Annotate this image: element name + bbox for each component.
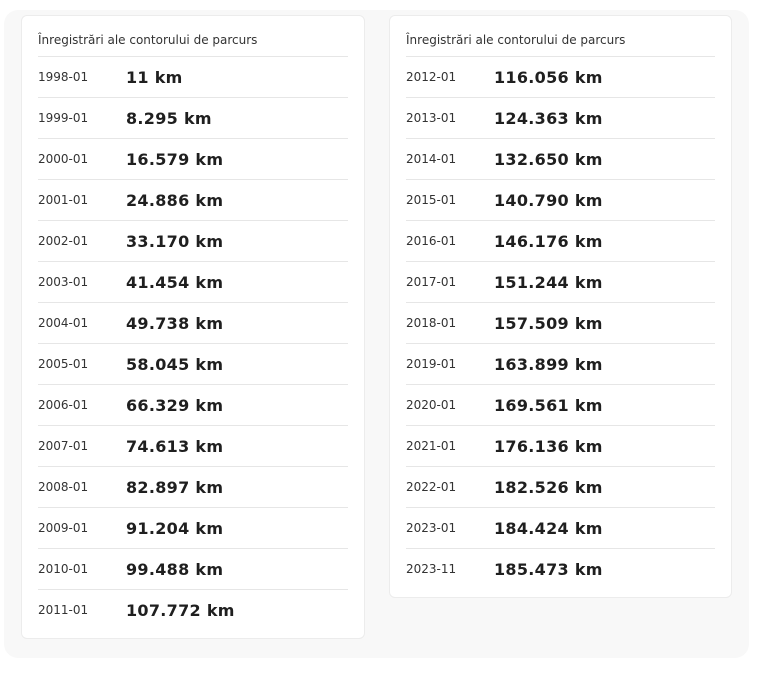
record-date: 2013-01 <box>406 111 457 125</box>
record-odometer-value: 176.136 km <box>494 436 603 456</box>
record-row: 2021-01 176.136 km <box>406 426 715 467</box>
record-date: 2016-01 <box>406 234 457 248</box>
record-row: 2009-01 91.204 km <box>38 508 348 549</box>
record-odometer-value: 99.488 km <box>126 559 224 579</box>
record-odometer-value: 185.473 km <box>494 559 603 579</box>
record-row: 2000-01 16.579 km <box>38 139 348 180</box>
record-row: 2016-01 146.176 km <box>406 221 715 262</box>
record-odometer-value: 132.650 km <box>494 149 603 169</box>
record-date: 2007-01 <box>38 439 89 453</box>
records-list: 1998-01 11 km 1999-01 8.295 km 2000-01 16.579… <box>38 57 348 630</box>
record-row: 2014-01 132.650 km <box>406 139 715 180</box>
record-row: 2022-01 182.526 km <box>406 467 715 508</box>
record-odometer-value: 169.561 km <box>494 395 603 415</box>
panel-title: Înregistrări ale contorului de parcurs <box>38 32 348 57</box>
record-date: 2020-01 <box>406 398 457 412</box>
record-date: 2022-01 <box>406 480 457 494</box>
record-row: 2012-01 116.056 km <box>406 57 715 98</box>
record-odometer-value: 49.738 km <box>126 313 224 333</box>
record-odometer-value: 8.295 km <box>126 108 212 128</box>
record-row: 2008-01 82.897 km <box>38 467 348 508</box>
record-odometer-value: 146.176 km <box>494 231 603 251</box>
record-date: 2018-01 <box>406 316 457 330</box>
record-date: 2017-01 <box>406 275 457 289</box>
odometer-panel-left: Înregistrări ale contorului de parcurs 1… <box>21 15 365 639</box>
record-odometer-value: 16.579 km <box>126 149 224 169</box>
panel-title: Înregistrări ale contorului de parcurs <box>406 32 715 57</box>
record-odometer-value: 151.244 km <box>494 272 603 292</box>
record-date: 1999-01 <box>38 111 89 125</box>
record-odometer-value: 24.886 km <box>126 190 224 210</box>
record-row: 1998-01 11 km <box>38 57 348 98</box>
record-row: 2011-01 107.772 km <box>38 590 348 630</box>
record-row: 2005-01 58.045 km <box>38 344 348 385</box>
record-date: 2023-01 <box>406 521 457 535</box>
record-date: 2023-11 <box>406 562 457 576</box>
records-list: 2012-01 116.056 km 2013-01 124.363 km 2014-0… <box>406 57 715 589</box>
record-row: 1999-01 8.295 km <box>38 98 348 139</box>
record-date: 2008-01 <box>38 480 89 494</box>
record-odometer-value: 184.424 km <box>494 518 603 538</box>
record-odometer-value: 66.329 km <box>126 395 224 415</box>
record-date: 2009-01 <box>38 521 89 535</box>
record-date: 2004-01 <box>38 316 89 330</box>
record-odometer-value: 33.170 km <box>126 231 224 251</box>
record-odometer-value: 124.363 km <box>494 108 603 128</box>
record-date: 2014-01 <box>406 152 457 166</box>
record-row: 2007-01 74.613 km <box>38 426 348 467</box>
record-row: 2020-01 169.561 km <box>406 385 715 426</box>
record-odometer-value: 116.056 km <box>494 67 603 87</box>
record-row: 2017-01 151.244 km <box>406 262 715 303</box>
record-date: 2015-01 <box>406 193 457 207</box>
record-row: 2015-01 140.790 km <box>406 180 715 221</box>
record-odometer-value: 140.790 km <box>494 190 603 210</box>
record-row: 2023-11 185.473 km <box>406 549 715 589</box>
record-row: 2019-01 163.899 km <box>406 344 715 385</box>
record-date: 2010-01 <box>38 562 89 576</box>
record-odometer-value: 41.454 km <box>126 272 224 292</box>
record-row: 2018-01 157.509 km <box>406 303 715 344</box>
record-row: 2023-01 184.424 km <box>406 508 715 549</box>
record-row: 2002-01 33.170 km <box>38 221 348 262</box>
odometer-panel-right: Înregistrări ale contorului de parcurs 2… <box>389 15 732 598</box>
record-row: 2001-01 24.886 km <box>38 180 348 221</box>
record-odometer-value: 107.772 km <box>126 600 235 620</box>
record-odometer-value: 157.509 km <box>494 313 603 333</box>
record-date: 2002-01 <box>38 234 89 248</box>
record-date: 2001-01 <box>38 193 89 207</box>
record-date: 2000-01 <box>38 152 89 166</box>
record-date: 2006-01 <box>38 398 89 412</box>
record-row: 2013-01 124.363 km <box>406 98 715 139</box>
record-odometer-value: 182.526 km <box>494 477 603 497</box>
record-odometer-value: 163.899 km <box>494 354 603 374</box>
record-date: 2021-01 <box>406 439 457 453</box>
record-date: 1998-01 <box>38 70 89 84</box>
record-odometer-value: 91.204 km <box>126 518 224 538</box>
record-row: 2003-01 41.454 km <box>38 262 348 303</box>
record-row: 2004-01 49.738 km <box>38 303 348 344</box>
record-odometer-value: 58.045 km <box>126 354 224 374</box>
record-odometer-value: 82.897 km <box>126 477 224 497</box>
record-odometer-value: 74.613 km <box>126 436 224 456</box>
record-date: 2005-01 <box>38 357 89 371</box>
record-date: 2011-01 <box>38 603 89 617</box>
record-date: 2012-01 <box>406 70 457 84</box>
record-odometer-value: 11 km <box>126 67 183 87</box>
record-date: 2019-01 <box>406 357 457 371</box>
record-row: 2010-01 99.488 km <box>38 549 348 590</box>
record-row: 2006-01 66.329 km <box>38 385 348 426</box>
record-date: 2003-01 <box>38 275 89 289</box>
